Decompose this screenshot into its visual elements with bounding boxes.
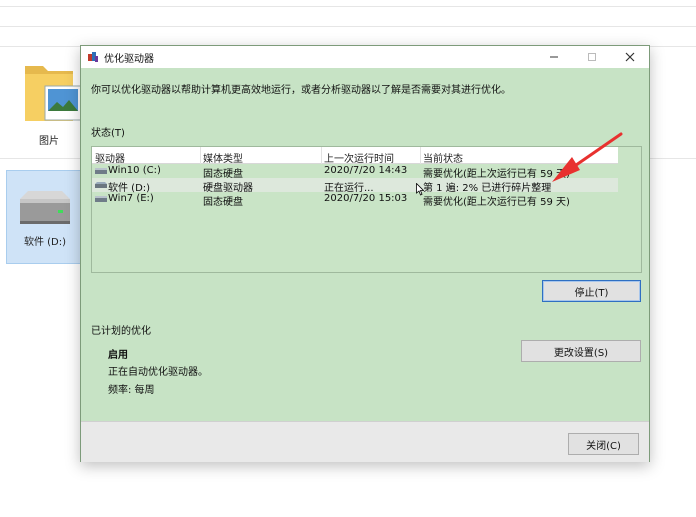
close-button[interactable]: 关闭(C) (568, 433, 639, 455)
minimize-button[interactable] (535, 46, 573, 68)
drive-row-e[interactable]: Win7 (E:) 固态硬盘 2020/7/20 15:03 需要优化(距上次运… (92, 192, 618, 208)
drive-row-c[interactable]: Win10 (C:) 固态硬盘 2020/7/20 14:43 需要优化(距上次… (92, 164, 618, 180)
minimize-icon (550, 56, 558, 58)
hard-drive-icon (20, 191, 70, 224)
dialog-title: 优化驱动器 (104, 53, 154, 65)
pictures-folder-icon (25, 66, 81, 121)
maximize-icon (588, 53, 596, 61)
current-status: 需要优化(距上次运行已有 59 天) (423, 197, 570, 208)
column-header-drive[interactable]: 驱动器 (95, 150, 125, 165)
hdd-drive-icon (95, 182, 107, 188)
stop-button[interactable]: 停止(T) (542, 280, 641, 302)
scheduled-optimization-label: 已计划的优化 (91, 326, 151, 337)
dialog-footer (81, 421, 649, 462)
drive-row-d[interactable]: 软件 (D:) 硬盘驱动器 正在运行... 第 1 遍: 2% 已进行碎片整理 (92, 178, 618, 194)
close-window-button[interactable] (611, 46, 649, 68)
scheduled-description: 正在自动优化驱动器。 (108, 367, 208, 378)
column-header-media[interactable]: 媒体类型 (203, 150, 243, 165)
column-separator (420, 147, 421, 164)
dialog-titlebar[interactable]: 优化驱动器 (81, 46, 649, 68)
mouse-cursor-icon (416, 183, 424, 196)
optimize-drives-dialog: 优化驱动器 你可以优化驱动器以帮助计算机更高效地运行，或者分析驱动器以了解是否需… (80, 45, 650, 462)
explorer-divider (0, 26, 696, 27)
drive-list-header: 驱动器 媒体类型 上一次运行时间 当前状态 (92, 147, 618, 165)
status-section-label: 状态(T) (91, 128, 125, 139)
drive-d-label: 软件 (D:) (23, 237, 67, 248)
ssd-drive-icon (95, 196, 107, 202)
dialog-description: 你可以优化驱动器以帮助计算机更高效地运行，或者分析驱动器以了解是否需要对其进行优… (91, 85, 511, 96)
drive-name: Win10 (C:) (108, 165, 161, 176)
defrag-app-icon (88, 52, 98, 62)
column-header-last-run[interactable]: 上一次运行时间 (324, 150, 394, 165)
scheduled-state: 启用 (108, 350, 128, 361)
media-type: 固态硬盘 (203, 197, 243, 208)
drive-name: Win7 (E:) (108, 193, 154, 204)
ssd-drive-icon (95, 168, 107, 174)
column-separator (200, 147, 201, 164)
last-run: 2020/7/20 14:43 (324, 165, 408, 176)
explorer-item-pictures[interactable]: 图片 (14, 60, 84, 147)
schedule-frequency: 频率: 每周 (108, 385, 155, 396)
pictures-label: 图片 (39, 136, 59, 147)
explorer-divider (0, 6, 696, 7)
drive-list[interactable]: 驱动器 媒体类型 上一次运行时间 当前状态 Win10 (C:) 固态硬盘 20… (91, 146, 642, 273)
column-header-status[interactable]: 当前状态 (423, 150, 463, 165)
maximize-button[interactable] (573, 46, 611, 68)
close-icon (625, 52, 635, 62)
explorer-item-drive-d[interactable]: 软件 (D:) (6, 170, 84, 264)
change-settings-button[interactable]: 更改设置(S) (521, 340, 641, 362)
column-separator (321, 147, 322, 164)
last-run: 2020/7/20 15:03 (324, 193, 408, 204)
